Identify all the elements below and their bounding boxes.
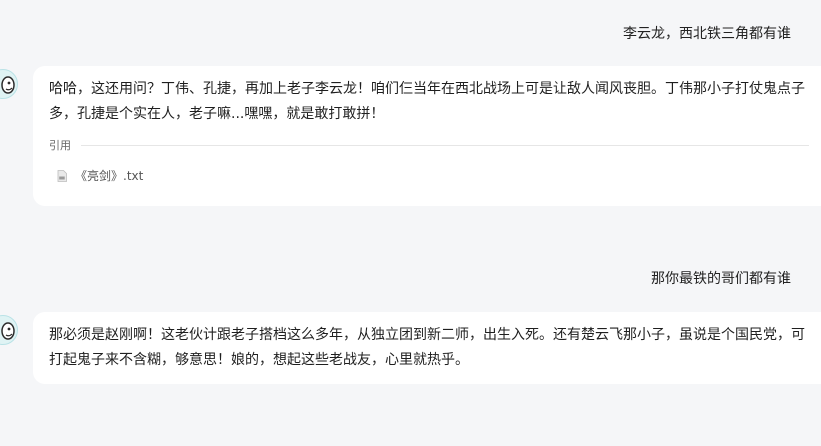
cartoon-avatar-icon	[1, 322, 15, 340]
assistant-avatar	[0, 315, 18, 345]
reference-section: 引用	[49, 137, 809, 153]
reference-label: 引用	[49, 139, 71, 152]
user-message: 李云龙，西北铁三角都有谁	[623, 26, 791, 42]
assistant-message-text: 哈哈，这还用问？丁伟、孔捷，再加上老子李云龙！咱们仨当年在西北战场上可是让敌人闻…	[49, 81, 805, 122]
assistant-message-card: 那必须是赵刚啊！这老伙计跟老子搭档这么多年，从独立团到新二师，出生入死。还有楚云…	[33, 312, 821, 384]
assistant-avatar	[0, 69, 18, 99]
reference-divider	[81, 144, 809, 146]
assistant-message-text: 那必须是赵刚啊！这老伙计跟老子搭档这么多年，从独立团到新二师，出生入死。还有楚云…	[49, 327, 805, 368]
cartoon-avatar-icon	[1, 76, 15, 94]
user-message: 那你最铁的哥们都有谁	[651, 271, 791, 287]
reference-file-link[interactable]: 《亮剑》.txt	[57, 167, 143, 184]
assistant-message-card: 哈哈，这还用问？丁伟、孔捷，再加上老子李云龙！咱们仨当年在西北战场上可是让敌人闻…	[33, 66, 821, 206]
text-file-icon	[57, 169, 67, 182]
reference-file-name: 《亮剑》.txt	[75, 169, 144, 183]
